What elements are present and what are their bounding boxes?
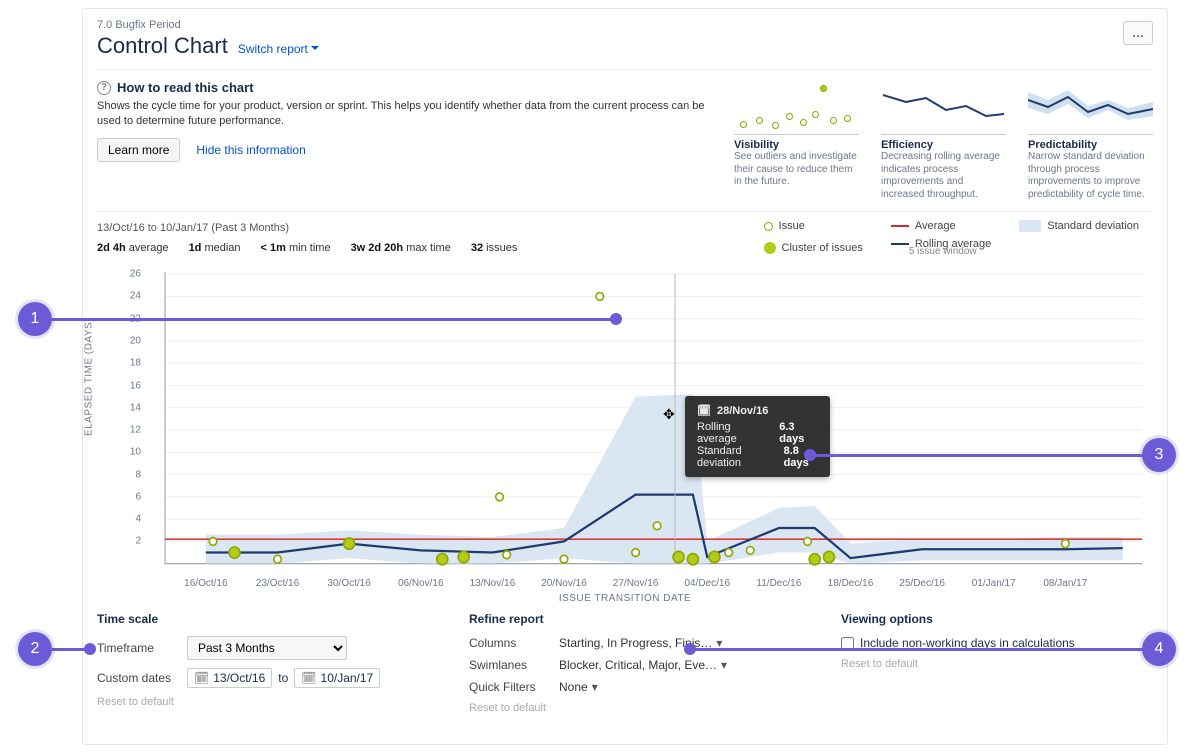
swimlanes-dropdown[interactable]: Blocker, Critical, Major, Eve…▾ [559, 658, 727, 672]
divider [97, 69, 1153, 70]
howto-heading: How to read this chart [117, 80, 254, 95]
y-tick: 10 [130, 447, 141, 458]
y-tick: 6 [135, 491, 141, 502]
x-tick: 18/Dec/16 [828, 578, 874, 589]
y-tick: 16 [130, 380, 141, 391]
callout-2: 2 [18, 632, 52, 666]
hide-info-link[interactable]: Hide this information [196, 143, 305, 157]
chart-legend: Issue Average Standard deviation Cluster… [764, 220, 1139, 257]
mini-predictability: Predictability Narrow standard deviation… [1028, 80, 1153, 201]
reset-refine[interactable]: Reset to default [469, 702, 781, 714]
viewing-section: Viewing options Include non-working days… [841, 612, 1153, 714]
callout-3: 3 [1142, 438, 1176, 472]
y-tick: 26 [130, 269, 141, 280]
callout-1: 1 [18, 302, 52, 336]
x-tick: 25/Dec/16 [899, 578, 945, 589]
y-tick: 8 [135, 469, 141, 480]
y-tick: 2 [135, 536, 141, 547]
date-from-input[interactable]: 🗓 13/Oct/16 [187, 668, 272, 688]
x-tick: 20/Nov/16 [541, 578, 587, 589]
chevron-down-icon [311, 46, 319, 54]
report-panel: 7.0 Bugfix Period Control Chart Switch r… [82, 8, 1168, 745]
more-actions-button[interactable]: … [1123, 21, 1153, 45]
x-tick: 30/Oct/16 [327, 578, 370, 589]
x-tick: 27/Nov/16 [613, 578, 659, 589]
learn-more-button[interactable]: Learn more [97, 138, 180, 162]
howto-block: ? How to read this chart Shows the cycle… [97, 80, 1153, 201]
y-tick: 14 [130, 402, 141, 413]
mini-efficiency: Efficiency Decreasing rolling average in… [881, 80, 1006, 201]
y-axis-label: ELAPSED TIME (DAYS) [84, 318, 95, 436]
x-tick: 01/Jan/17 [972, 578, 1016, 589]
x-tick: 16/Oct/16 [184, 578, 227, 589]
x-tick: 13/Nov/16 [470, 578, 516, 589]
help-icon: ? [97, 81, 111, 95]
x-tick: 04/Dec/16 [684, 578, 730, 589]
x-tick: 11/Dec/16 [756, 578, 801, 589]
x-axis-label: ISSUE TRANSITION DATE [97, 593, 1153, 604]
refine-section: Refine report Columns Starting, In Progr… [469, 612, 781, 714]
divider [97, 211, 1153, 212]
chart-tooltip: 🗓28/Nov/16 Rolling average6.3 days Stand… [685, 396, 830, 477]
y-tick: 18 [130, 358, 141, 369]
reset-viewing[interactable]: Reset to default [841, 658, 1153, 670]
howto-description: Shows the cycle time for your product, v… [97, 99, 714, 130]
move-cursor-icon: ✥ [663, 406, 679, 422]
x-tick: 06/Nov/16 [398, 578, 444, 589]
x-tick: 23/Oct/16 [256, 578, 299, 589]
y-tick: 20 [130, 335, 141, 346]
x-tick: 08/Jan/17 [1043, 578, 1087, 589]
controls-row: Time scale Timeframe Past 3 Months Custo… [97, 612, 1153, 714]
calendar-icon: 🗓 [194, 671, 209, 685]
switch-report-link[interactable]: Switch report [238, 42, 319, 56]
quickfilters-dropdown[interactable]: None▾ [559, 680, 598, 694]
page-title: Control Chart [97, 33, 228, 59]
timeframe-select[interactable]: Past 3 Months [187, 636, 347, 660]
timescale-section: Time scale Timeframe Past 3 Months Custo… [97, 612, 409, 714]
date-to-input[interactable]: 🗓 10/Jan/17 [294, 668, 380, 688]
calendar-icon: 🗓 [697, 404, 711, 417]
callout-4: 4 [1142, 632, 1176, 666]
mini-visibility: Visibility See outliers and investigate … [734, 80, 859, 201]
calendar-icon: 🗓 [301, 671, 316, 685]
y-tick: 24 [130, 291, 141, 302]
y-tick: 4 [135, 514, 141, 525]
y-tick: 12 [130, 425, 141, 436]
reset-timescale[interactable]: Reset to default [97, 696, 409, 708]
breadcrumb: 7.0 Bugfix Period [97, 19, 1153, 31]
